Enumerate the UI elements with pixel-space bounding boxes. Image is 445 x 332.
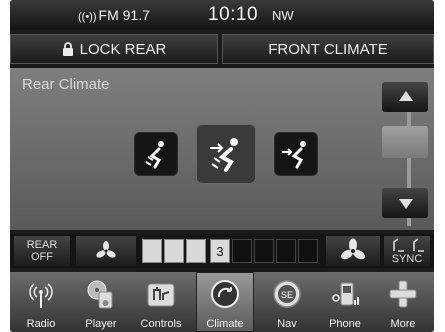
lock-rear-label: LOCK REAR xyxy=(79,41,167,58)
nav-climate[interactable]: Climate xyxy=(196,272,254,332)
fan-high-icon xyxy=(341,238,365,260)
fan-level-indicator[interactable]: 3 xyxy=(210,239,230,263)
player-icon xyxy=(87,280,113,309)
fan-segment-2[interactable] xyxy=(164,239,184,263)
airflow-floor-icon xyxy=(145,141,164,169)
panel-title: Rear Climate xyxy=(22,76,110,93)
lock-rear-button[interactable]: LOCK REAR xyxy=(10,34,218,64)
climate-icon xyxy=(211,280,239,308)
arrow-up-icon xyxy=(399,91,413,101)
fan-segment-3[interactable] xyxy=(186,239,206,263)
fan-segment-7[interactable] xyxy=(276,239,296,263)
compass-icon: SE xyxy=(273,280,301,308)
status-bar: ((•)) FM 91.7 10:10 NW xyxy=(10,0,434,30)
plus-icon xyxy=(389,280,417,308)
nav-more-label: More xyxy=(390,318,416,330)
controls-icon xyxy=(147,283,175,307)
svg-text:SE: SE xyxy=(281,290,293,300)
fan-bar: REAR OFF 3 SYNC xyxy=(10,234,434,268)
fan-increase-button[interactable] xyxy=(326,236,380,266)
nav-nav-label: Nav xyxy=(277,318,297,330)
nav-player[interactable]: Player xyxy=(72,272,130,332)
clock: 10:10 xyxy=(208,4,259,25)
rear-off-button[interactable]: REAR OFF xyxy=(14,236,70,266)
radio-icon xyxy=(29,283,53,308)
phone-icon xyxy=(332,282,359,306)
antenna-icon: ((•)) xyxy=(78,11,97,23)
rear-climate-panel: Rear Climate xyxy=(10,68,434,230)
arrow-down-icon xyxy=(399,199,413,209)
airflow-panel-icon xyxy=(282,141,306,169)
nav-controls[interactable]: Controls xyxy=(132,272,190,332)
fan-segment-5[interactable] xyxy=(232,239,252,263)
sync-button[interactable]: SYNC xyxy=(384,236,430,266)
nav-radio-label: Radio xyxy=(26,318,56,330)
compass-heading: NW xyxy=(272,8,294,23)
station-label: FM 91.7 xyxy=(98,7,150,23)
fan-segment-6[interactable] xyxy=(254,239,274,263)
mode-floor-button[interactable] xyxy=(134,132,178,176)
scroll-down-button[interactable] xyxy=(382,188,428,218)
scrollbar-thumb[interactable] xyxy=(382,126,428,158)
sync-seats-icon xyxy=(393,238,424,252)
fan-segment-8[interactable] xyxy=(298,239,318,263)
nav-phone[interactable]: Phone xyxy=(316,272,374,332)
mode-bilevel-button[interactable] xyxy=(196,124,256,184)
radio-status[interactable]: ((•)) FM 91.7 xyxy=(78,7,150,23)
nav-nav[interactable]: SE Nav xyxy=(258,272,316,332)
fan-low-icon xyxy=(96,241,116,258)
front-climate-button[interactable]: FRONT CLIMATE xyxy=(222,34,434,64)
nav-radio[interactable]: Radio xyxy=(12,272,70,332)
sync-label: SYNC xyxy=(391,253,423,265)
bottom-nav: Radio Player Controls Climate SE Nav Pho… xyxy=(10,272,434,332)
fan-decrease-button[interactable] xyxy=(76,236,136,266)
rear-off-line1: REAR xyxy=(26,239,58,251)
nav-climate-label: Climate xyxy=(206,318,244,330)
rear-off-line2: OFF xyxy=(31,251,53,263)
front-climate-label: FRONT CLIMATE xyxy=(268,41,388,58)
fan-segment-1[interactable] xyxy=(142,239,162,263)
screen: ((•)) FM 91.7 10:10 NW LOCK REAR FRONT CL… xyxy=(10,0,434,332)
nav-more[interactable]: More xyxy=(374,272,432,332)
scroll-up-button[interactable] xyxy=(382,82,428,112)
airflow-bilevel-icon xyxy=(210,138,238,172)
mode-panel-button[interactable] xyxy=(274,132,318,176)
lock-icon xyxy=(62,37,74,67)
nav-player-label: Player xyxy=(85,318,117,330)
nav-controls-label: Controls xyxy=(140,318,182,330)
nav-phone-label: Phone xyxy=(329,318,361,330)
